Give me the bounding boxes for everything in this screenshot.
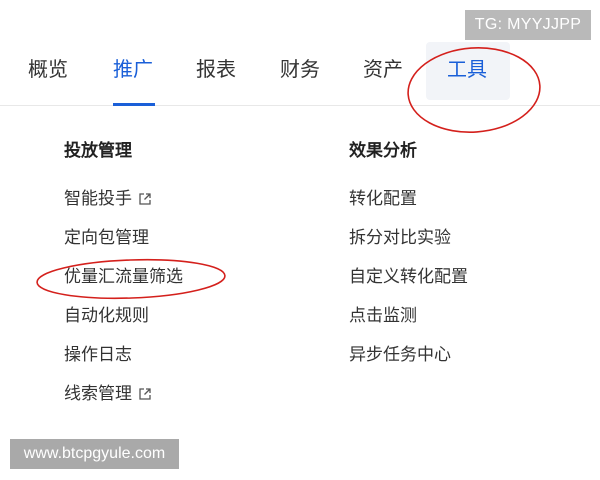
menu-item-targeting-package[interactable]: 定向包管理 [64,226,149,250]
menu-item-label: 点击监测 [349,306,417,326]
menu-column-analysis: 效果分析 转化配置 拆分对比实验 自定义转化配置 点击监测 异步任务中心 [349,138,569,378]
menu-item-async-task-center[interactable]: 异步任务中心 [349,343,451,367]
menu-item-label: 自定义转化配置 [349,267,468,287]
menu-section-title: 投放管理 [64,141,132,161]
menu-item-label: 转化配置 [349,189,417,209]
menu-item-label: 异步任务中心 [349,345,451,365]
menu-item-conversion-config[interactable]: 转化配置 [349,187,417,211]
watermark-website: www.btcpgyule.com [10,439,179,469]
menu-item-label: 操作日志 [64,345,132,365]
external-link-icon [139,193,151,205]
menu-item-label: 拆分对比实验 [349,228,451,248]
watermark-telegram: TG: MYYJJPP [465,10,591,40]
menu-item-label: 线索管理 [64,384,132,404]
tab-promotion[interactable]: 推广 [113,56,153,82]
tab-finance[interactable]: 财务 [280,56,320,82]
tab-tools[interactable]: 工具 [447,56,487,82]
menu-item-operation-log[interactable]: 操作日志 [64,343,132,367]
active-tab-indicator [113,103,155,106]
menu-item-label: 智能投手 [64,189,132,209]
menu-item-click-monitoring[interactable]: 点击监测 [349,304,417,328]
menu-item-label: 自动化规则 [64,306,149,326]
menu-column-delivery: 投放管理 智能投手 定向包管理 优量汇流量筛选 自动化规则 操作日志 线索管理 [64,138,294,418]
menu-item-traffic-filter[interactable]: 优量汇流量筛选 [64,265,183,289]
menu-item-automation-rules[interactable]: 自动化规则 [64,304,149,328]
menu-item-label: 定向包管理 [64,228,149,248]
menu-item-smart-pitcher[interactable]: 智能投手 [64,187,152,211]
menu-section-title: 效果分析 [349,141,417,161]
tab-overview[interactable]: 概览 [28,56,68,82]
tab-reports[interactable]: 报表 [196,56,236,82]
external-link-icon [139,388,151,400]
tab-assets[interactable]: 资产 [363,56,403,82]
menu-item-split-test[interactable]: 拆分对比实验 [349,226,451,250]
menu-item-label: 优量汇流量筛选 [64,267,183,287]
menu-item-custom-conversion[interactable]: 自定义转化配置 [349,265,468,289]
menu-item-lead-management[interactable]: 线索管理 [64,382,152,406]
